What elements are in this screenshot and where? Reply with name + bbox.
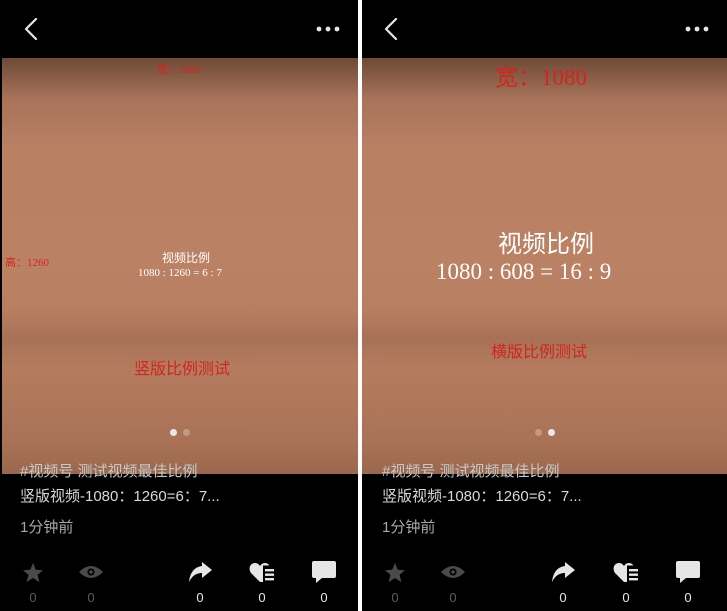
timestamp: 1分钟前	[382, 519, 436, 536]
heart-list-icon	[249, 563, 274, 582]
star-button[interactable]: 0	[375, 560, 415, 605]
more-button[interactable]	[308, 12, 348, 46]
more-dots-icon	[685, 26, 709, 32]
comment-count: 0	[684, 590, 692, 605]
share-arrow-icon	[189, 562, 212, 582]
top-bar	[0, 0, 358, 58]
share-count: 0	[559, 590, 567, 605]
like-count: 0	[258, 590, 266, 605]
star-count: 0	[391, 590, 399, 605]
comment-button[interactable]: 0	[304, 560, 344, 605]
comment-icon	[676, 561, 700, 583]
view-count: 0	[87, 590, 95, 605]
ratio-formula: 1080 : 1260 = 6 : 7	[138, 267, 222, 279]
video-player[interactable]: 宽：1080 视频比例 1080 : 608 = 16 : 9 横版比例测试	[362, 58, 727, 474]
test-label: 竖版比例测试	[134, 361, 231, 378]
heart-list-icon	[613, 563, 638, 582]
star-icon	[22, 562, 44, 582]
back-button[interactable]	[374, 12, 408, 46]
action-bar: 0 0 0 0 0	[362, 560, 727, 610]
eye-icon	[441, 566, 465, 578]
eye-icon	[79, 566, 103, 578]
ratio-formula: 1080 : 608 = 16 : 9	[436, 259, 612, 284]
more-button[interactable]	[677, 12, 717, 46]
like-button[interactable]: 0	[606, 560, 646, 605]
carousel-dot[interactable]	[534, 429, 542, 436]
phone-screen-horizontal: 宽：1080 视频比例 1080 : 608 = 16 : 9 横版比例测试 #…	[362, 0, 727, 611]
video-player[interactable]: 宽：1080 高：1260 视频比例 1080 : 1260 = 6 : 7 竖…	[2, 58, 358, 474]
comment-button[interactable]: 0	[668, 560, 708, 605]
phone-screen-vertical: 宽：1080 高：1260 视频比例 1080 : 1260 = 6 : 7 竖…	[0, 0, 358, 611]
share-button[interactable]: 0	[180, 560, 220, 605]
carousel-dot[interactable]	[183, 429, 190, 436]
timestamp: 1分钟前	[20, 519, 74, 536]
top-bar	[362, 0, 727, 58]
hashtag-line[interactable]: #视频号 测试视频最佳比例	[20, 460, 350, 481]
hashtag-line[interactable]: #视频号 测试视频最佳比例	[382, 460, 719, 481]
comment-icon	[312, 561, 336, 583]
view-count: 0	[449, 590, 457, 605]
ratio-title: 视频比例	[498, 232, 594, 258]
chevron-left-icon	[384, 18, 398, 40]
star-count: 0	[29, 590, 37, 605]
carousel-dot[interactable]	[547, 429, 555, 436]
more-dots-icon	[316, 26, 340, 32]
view-button[interactable]: 0	[71, 560, 111, 605]
width-label: 宽：1080	[157, 64, 201, 76]
carousel-dots	[2, 429, 358, 436]
back-button[interactable]	[14, 12, 48, 46]
share-button[interactable]: 0	[543, 560, 583, 605]
star-icon	[384, 562, 406, 582]
like-button[interactable]: 0	[242, 560, 282, 605]
like-count: 0	[622, 590, 630, 605]
share-count: 0	[196, 590, 204, 605]
height-label: 高：1260	[5, 257, 49, 269]
chevron-left-icon	[24, 18, 38, 40]
test-label: 横版比例测试	[491, 344, 588, 361]
description-line[interactable]: 竖版视频-1080：1260=6：7...	[382, 485, 719, 506]
comment-count: 0	[320, 590, 328, 605]
description-line[interactable]: 竖版视频-1080：1260=6：7...	[20, 485, 350, 506]
ratio-title: 视频比例	[162, 251, 211, 265]
star-button[interactable]: 0	[13, 560, 53, 605]
action-bar: 0 0 0 0 0	[0, 560, 358, 610]
carousel-dot[interactable]	[170, 429, 177, 436]
carousel-dots	[362, 429, 727, 436]
share-arrow-icon	[552, 562, 575, 582]
width-label: 宽：1080	[495, 65, 587, 90]
view-button[interactable]: 0	[433, 560, 473, 605]
